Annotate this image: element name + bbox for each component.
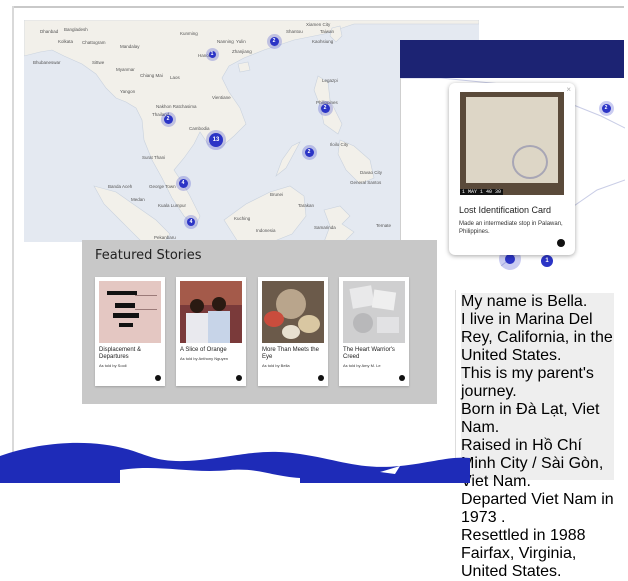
stamp-mark [512, 145, 548, 179]
section-heading: Featured Stories [95, 248, 202, 263]
bio-name: My name is Bella. [461, 293, 588, 310]
arrow-icon[interactable] [155, 375, 161, 381]
map-place-label: Surat Thani [142, 155, 166, 160]
map-place-label: Yulin [236, 39, 246, 44]
map-place-label: Legazpi [322, 78, 338, 83]
map-place-label: Zhanjiang [232, 49, 252, 54]
map-place-label: Medan [131, 197, 145, 202]
map-place-label: Nanning [217, 39, 234, 44]
story-cluster-marker[interactable]: 2 [320, 103, 330, 113]
popup-description: Made an intermediate stop in Palawan, Ph… [459, 221, 563, 235]
decorative-wave [0, 442, 470, 483]
page-top-border [12, 6, 624, 8]
story-title: The Heart Warrior's Creed [343, 347, 395, 360]
story-card[interactable]: The Heart Warrior's Creed As told by Amy… [339, 277, 409, 386]
location-cluster-marker[interactable]: 1 [541, 255, 553, 267]
map-place-label: Indonesia [256, 228, 276, 233]
id-card-document [466, 97, 558, 183]
popup-title: Lost Identification Card [459, 205, 552, 215]
id-card-photo: 1 MAY 1 40 30 [460, 92, 564, 195]
map-place-label: Chiang Mai [140, 73, 163, 78]
story-card[interactable]: More Than Meets the Eye As told by Bella [258, 277, 328, 386]
bio-location: I live in Marina Del Rey, California, in… [461, 311, 613, 364]
arrow-icon[interactable] [318, 375, 324, 381]
map-place-label: Bangladesh [64, 27, 88, 32]
map-place-label: Sittwe [92, 60, 105, 65]
story-title: More Than Meets the Eye [262, 347, 319, 360]
detail-map-header-band [400, 40, 624, 78]
map-place-label: Samarinda [314, 225, 336, 230]
story-cluster-marker[interactable]: 13 [209, 133, 223, 147]
map-place-label: Ternate [376, 223, 392, 228]
bio-resettled: Resettled in 1988 Fairfax, Virginia, Uni… [461, 527, 586, 580]
map-place-label: Xiamen City [306, 22, 331, 27]
story-thumbnail [343, 281, 405, 343]
story-cluster-marker[interactable]: 4 [178, 178, 188, 188]
story-card[interactable]: A Slice of Orange As told by Anthony Ngu… [176, 277, 246, 386]
map-place-label: Kunming [180, 31, 198, 36]
map-place-label: Tarakan [298, 203, 315, 208]
story-title: Displacement & Departures [99, 347, 142, 360]
map-place-label: George Town [149, 184, 176, 189]
map-place-label: Kaohsiung [312, 39, 334, 44]
map-place-label: Chattogram [82, 40, 106, 45]
map-place-label: Yangon [120, 89, 136, 94]
featured-stories-section: Featured Stories Displacement & Departur… [82, 240, 437, 404]
story-cluster-marker[interactable]: 2 [163, 114, 173, 124]
arrow-icon[interactable] [236, 375, 242, 381]
story-popup-card[interactable]: × 1 MAY 1 40 30 Lost Identification Card… [449, 83, 575, 255]
story-author: As told by Anthony Nguyen [180, 356, 229, 361]
story-thumbnail [180, 281, 242, 343]
map-place-label: Bhubaneswar [33, 60, 61, 65]
story-title: A Slice of Orange [180, 347, 227, 353]
story-cluster-marker[interactable]: 2 [269, 36, 279, 46]
story-cluster-marker[interactable]: 4 [187, 218, 195, 226]
map-place-label: Myanmar [116, 67, 135, 72]
map-place-label: Brunei [270, 192, 284, 197]
bio-heading: This is my parent's journey. [461, 365, 594, 400]
map-place-label: Kuala Lumpur [158, 203, 187, 208]
map-place-label: Taiwan [320, 29, 335, 34]
map-place-label: Kuching [234, 216, 251, 221]
story-author: As told by Amy M. Le [343, 363, 381, 368]
story-author: As told by Sooli [99, 363, 127, 368]
map-place-label: Dhanbad [40, 29, 59, 34]
close-icon[interactable]: × [566, 85, 571, 94]
story-author: As told by Bella [262, 363, 290, 368]
story-cluster-marker[interactable]: 2 [601, 103, 611, 113]
map-place-label: Vientiane [212, 95, 231, 100]
map-place-label: Shantou [286, 29, 303, 34]
map-place-label: General Santos [350, 180, 382, 185]
selected-location-marker[interactable] [505, 254, 515, 264]
page-left-border [12, 6, 14, 476]
map-place-label: Davao City [360, 170, 383, 175]
story-thumbnail [99, 281, 161, 343]
next-arrow-icon[interactable] [557, 239, 565, 247]
map-place-label: Laos [170, 75, 180, 80]
photo-timestamp: 1 MAY 1 40 30 [460, 189, 504, 195]
map-place-label: Mandalay [120, 44, 140, 49]
bio-departed: Departed Viet Nam in 1973 . [461, 491, 614, 526]
story-thumbnail [262, 281, 324, 343]
story-card[interactable]: Displacement & Departures As told by Soo… [95, 277, 165, 386]
map-place-label: Iloilo City [330, 142, 349, 147]
map-place-label: Cambodia [189, 126, 210, 131]
arrow-icon[interactable] [399, 375, 405, 381]
story-cluster-marker[interactable]: 1 [208, 50, 216, 58]
story-cluster-marker[interactable]: 2 [304, 147, 314, 157]
map-place-label: Nakhon Ratchasima [156, 104, 197, 109]
map-place-label: Kolkata [58, 39, 74, 44]
map-place-label: Banda Aceh [108, 184, 133, 189]
